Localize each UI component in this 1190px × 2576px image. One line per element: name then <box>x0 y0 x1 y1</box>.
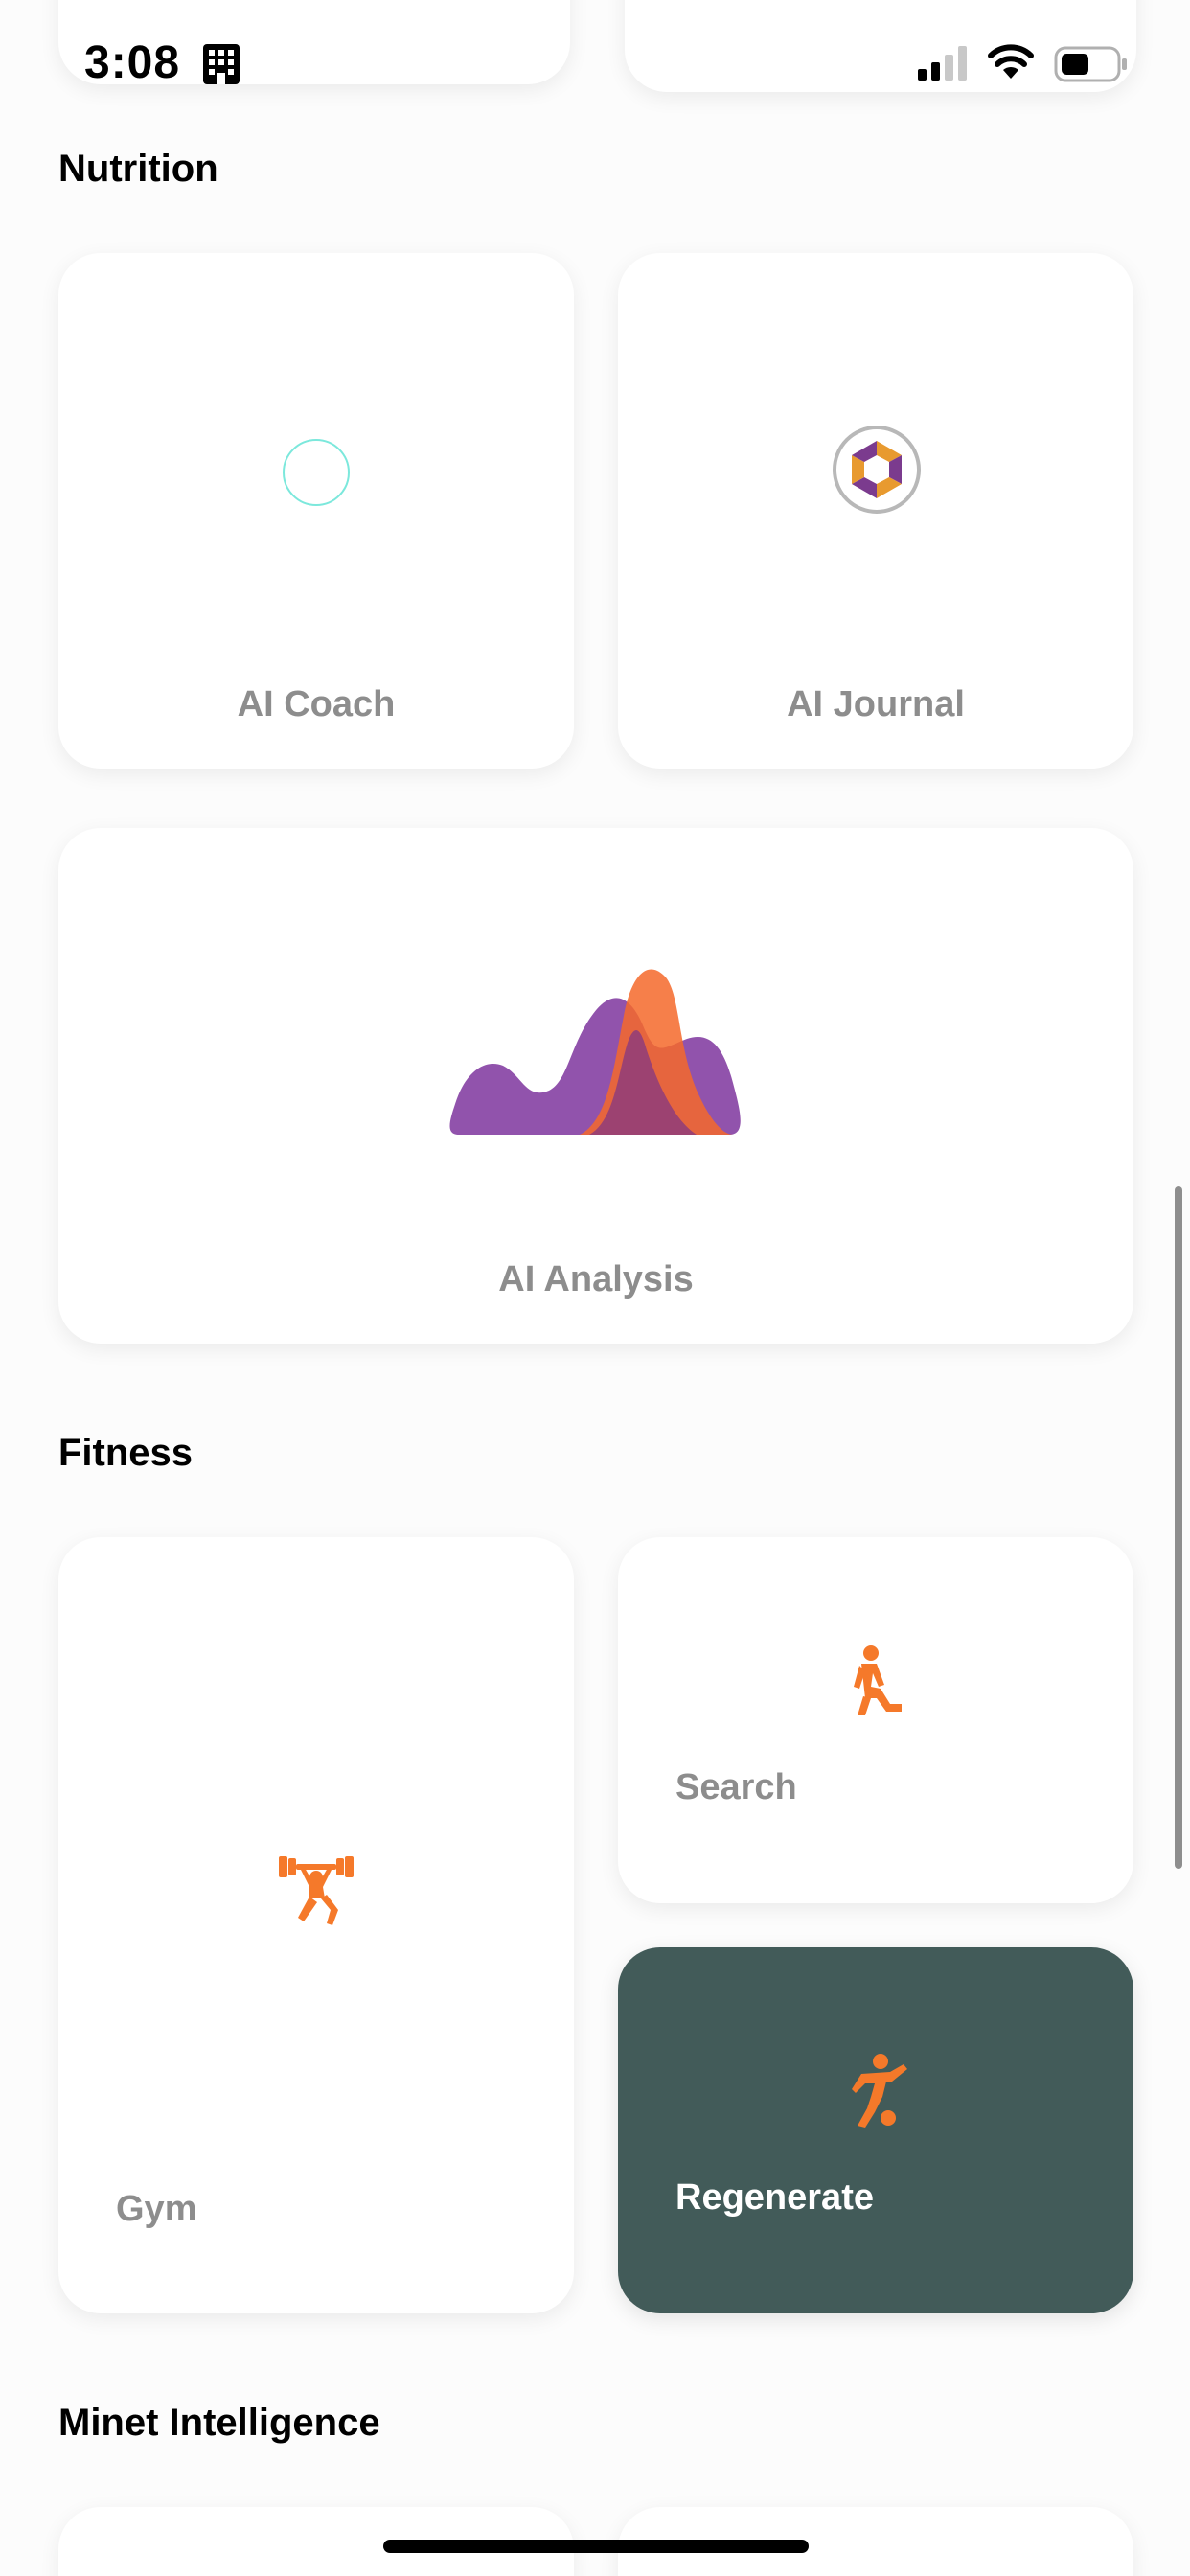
gym-card[interactable]: Gym <box>58 1537 574 2313</box>
building-icon <box>203 44 240 84</box>
section-title-minet-intelligence: Minet Intelligence <box>58 2402 380 2444</box>
regenerate-label: Regenerate <box>675 2177 874 2218</box>
search-card[interactable]: Search <box>618 1537 1133 1903</box>
ai-coach-card[interactable]: AI Coach <box>58 253 574 769</box>
ai-analysis-label: AI Analysis <box>498 1259 694 1300</box>
section-title-nutrition: Nutrition <box>58 148 218 190</box>
ai-coach-label: AI Coach <box>237 684 396 724</box>
mountain-peaks-icon <box>449 969 741 1135</box>
regenerate-card[interactable]: Regenerate <box>618 1947 1133 2313</box>
screen: 3:08 Nutrition AI Coach AI Journal AI An… <box>0 0 1190 2576</box>
status-time: 3:08 <box>84 37 181 88</box>
ai-journal-label: AI Journal <box>787 684 965 724</box>
battery-icon <box>1054 46 1127 82</box>
kneeling-person-icon <box>854 1645 902 1715</box>
ai-analysis-card[interactable]: AI Analysis <box>58 828 1133 1344</box>
wifi-icon <box>988 44 1034 79</box>
aperture-logo-icon <box>833 426 921 514</box>
scroll-indicator[interactable] <box>1175 1186 1182 1869</box>
cellular-signal-icon <box>918 46 967 80</box>
section-title-fitness: Fitness <box>58 1432 194 1474</box>
home-indicator[interactable] <box>383 2540 809 2553</box>
weightlifting-icon <box>279 1856 354 1925</box>
ai-journal-card[interactable]: AI Journal <box>618 253 1133 769</box>
soccer-player-icon <box>852 2054 907 2128</box>
search-label: Search <box>675 1767 797 1807</box>
circle-outline-icon <box>283 439 350 506</box>
gym-label: Gym <box>116 2189 197 2229</box>
